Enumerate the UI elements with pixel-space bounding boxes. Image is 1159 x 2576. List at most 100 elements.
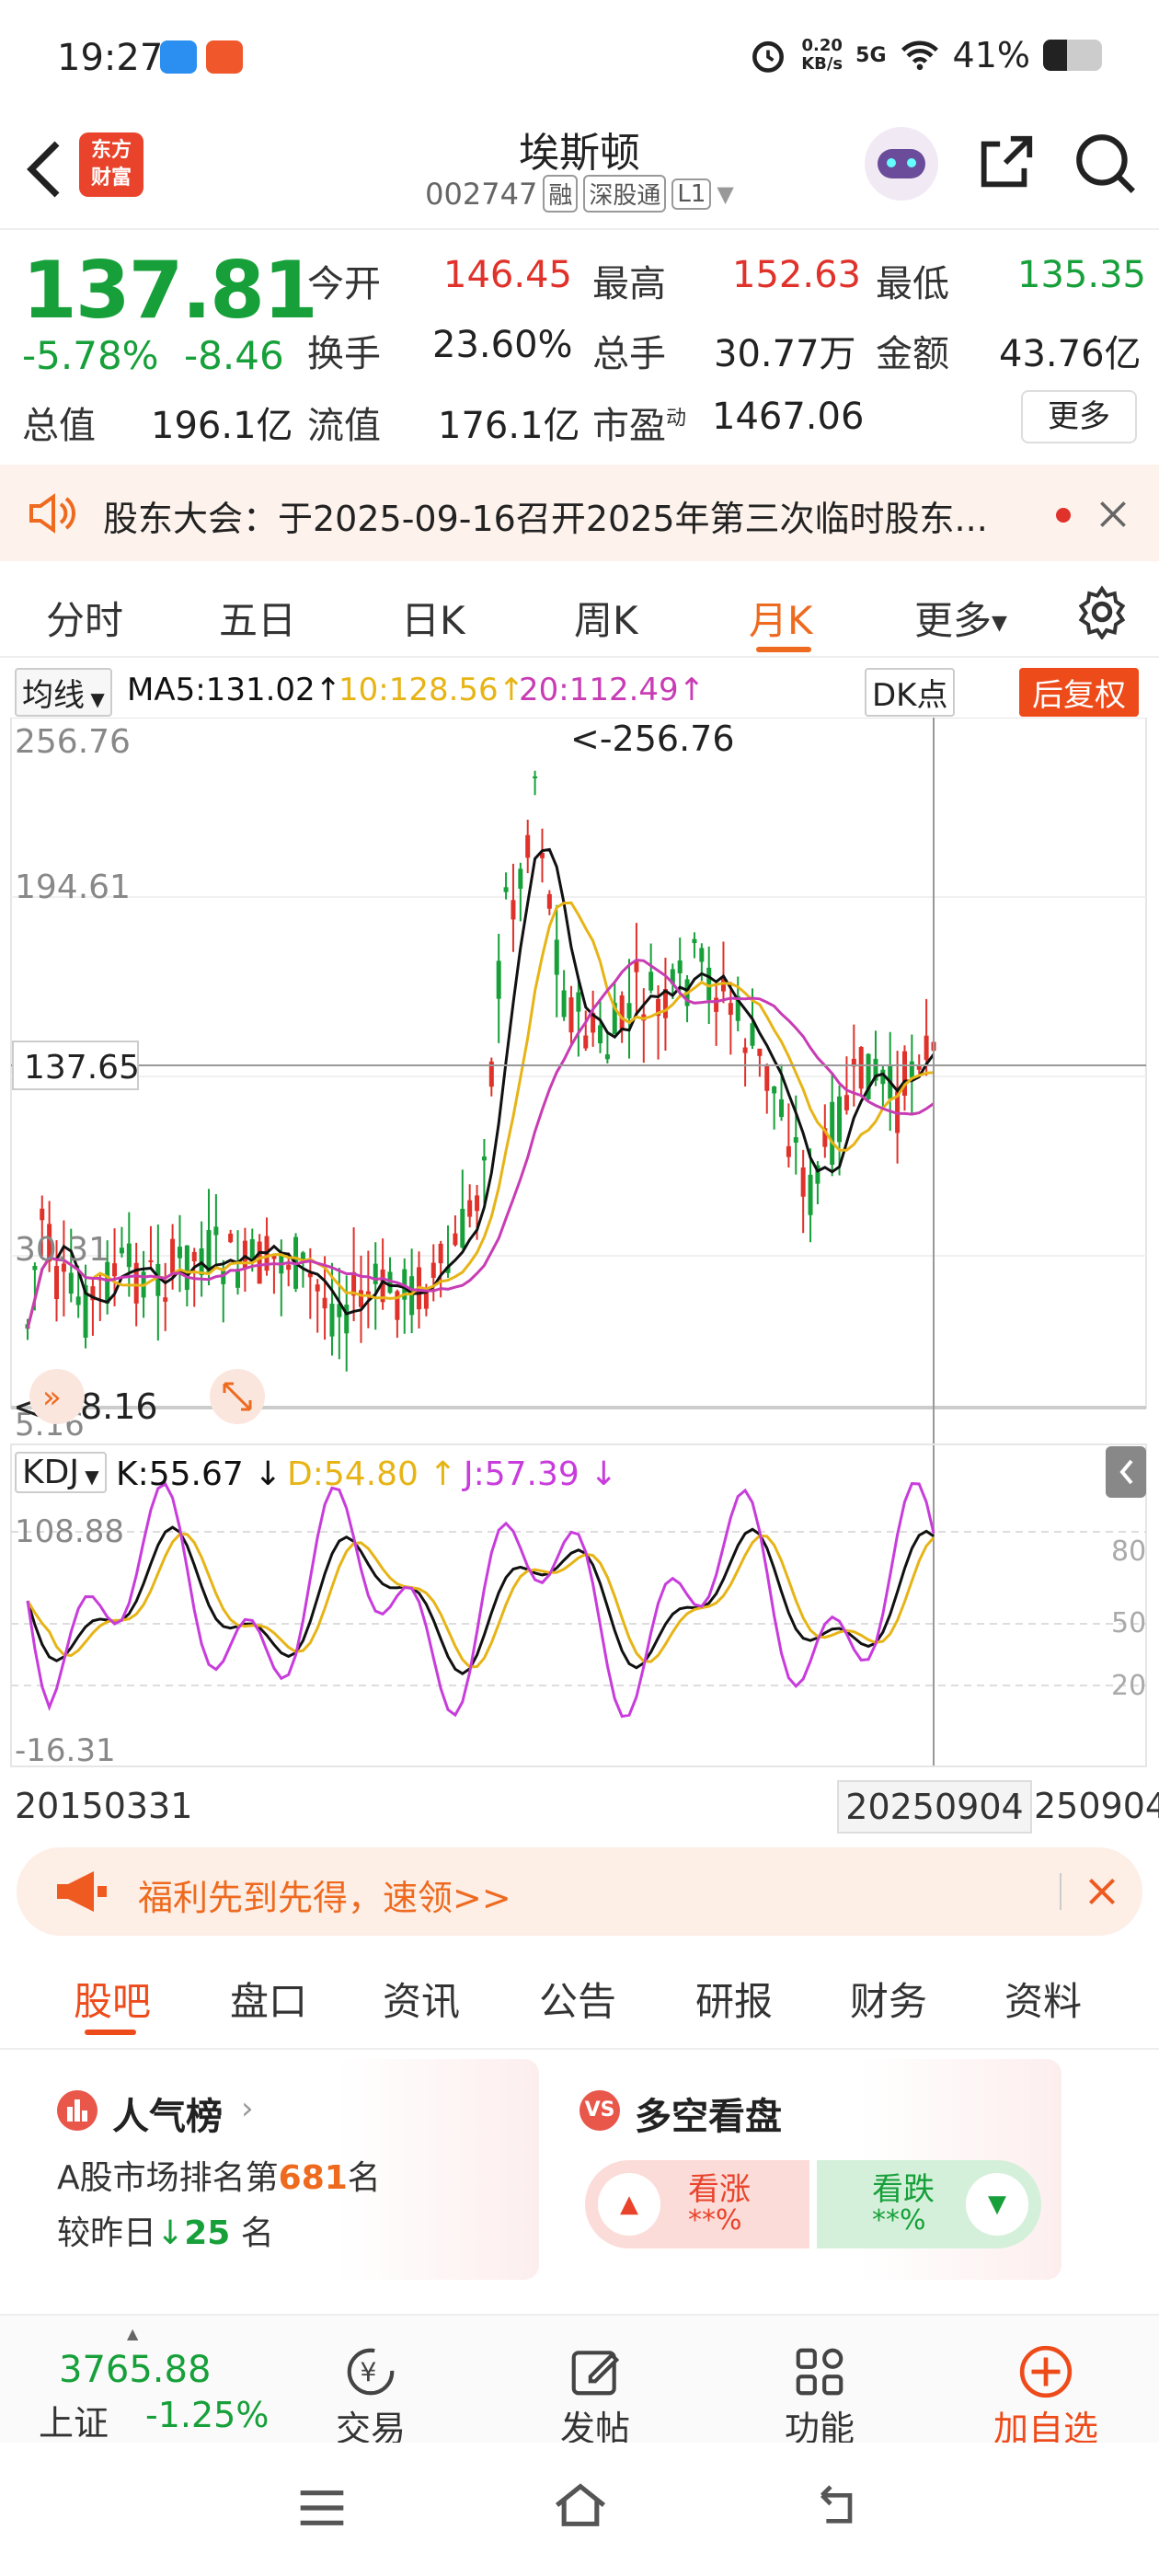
tab-announcements[interactable]: 公告 xyxy=(539,1971,616,2027)
unread-dot xyxy=(1056,508,1071,523)
app-notification-icon-2 xyxy=(206,40,243,74)
assistant-robot-icon[interactable] xyxy=(865,127,938,201)
candle-body xyxy=(793,1137,798,1144)
tab-intraday[interactable]: 分时 xyxy=(46,590,123,646)
trade-icon: ¥ xyxy=(347,2348,395,2396)
add-watchlist-button[interactable]: 加自选 xyxy=(977,2343,1115,2451)
index-ticker[interactable]: ▲ 3765.88 上证 -1.25% xyxy=(28,2325,269,2444)
high-label: 最高 xyxy=(592,263,666,305)
notice-bar[interactable]: 股东大会：于2025-09-16召开2025年第三次临时股东... xyxy=(0,465,1159,561)
back-icon[interactable] xyxy=(811,2481,863,2531)
y-tick-max: 256.76 xyxy=(15,723,131,761)
dk-point-selector[interactable]: DK点 xyxy=(865,668,956,717)
candle-body xyxy=(511,900,516,920)
close-icon[interactable] xyxy=(1096,498,1130,531)
candle-body xyxy=(170,1238,176,1273)
candle-body xyxy=(228,1233,234,1243)
candle-body xyxy=(634,961,639,972)
tab-orderbook[interactable]: 盘口 xyxy=(230,1971,307,2027)
open-label: 今开 xyxy=(307,263,381,305)
post-button[interactable]: 发帖 xyxy=(526,2343,664,2451)
y-tick-2: 194.61 xyxy=(15,868,131,906)
tab-daily-k[interactable]: 日K xyxy=(401,590,465,646)
candle-body xyxy=(800,1167,806,1197)
ranking-icon xyxy=(57,2090,98,2131)
menu-icon[interactable] xyxy=(296,2485,348,2531)
edit-icon xyxy=(571,2351,620,2396)
quote-panel: 137.81 -5.78% -8.46 今开 146.45 最高 152.63 … xyxy=(0,232,1159,453)
system-nav-bar xyxy=(0,2443,1159,2576)
rank-change: 较昨日↓25 名 xyxy=(57,2214,274,2252)
tab-profile[interactable]: 资料 xyxy=(1004,1971,1082,2027)
pe-value: 1467.06 xyxy=(712,396,865,438)
crosshair-price: 137.65 xyxy=(24,1049,140,1087)
bearish-button[interactable]: 看跌 **% ▼ xyxy=(817,2160,1041,2248)
adjust-type-button[interactable]: 后复权 xyxy=(1019,668,1139,717)
alarm-icon xyxy=(752,40,785,73)
net-speed: 0.20 KB/s xyxy=(801,36,843,74)
pe-label: 市盈动 xyxy=(592,405,687,447)
candle-body xyxy=(598,1025,603,1044)
candle-body xyxy=(830,1101,835,1165)
tab-five-day[interactable]: 五日 xyxy=(219,590,296,646)
status-bar: 19:27 0.20 KB/s 5G 41% xyxy=(0,0,1159,110)
bull-bear-card[interactable]: VS 多空看盘 ▲ 看涨 **% 看跌 **% ▼ xyxy=(559,2059,1061,2280)
kdj-right-tick-20: 20 xyxy=(1111,1670,1146,1702)
popularity-title: 人气榜 xyxy=(112,2096,223,2138)
candle-body xyxy=(155,1263,161,1296)
speaker-icon xyxy=(29,493,75,534)
search-icon[interactable] xyxy=(1071,129,1139,197)
x-axis-end: 250904 xyxy=(1034,1786,1159,1826)
share-icon[interactable] xyxy=(973,131,1038,195)
kline-chart[interactable]: 256.76 194.61 30.31 5.16 <-256.76 <---8.… xyxy=(0,718,1159,1785)
candle-body xyxy=(546,893,552,909)
level-tag: L1 xyxy=(671,178,712,210)
svg-text:¥: ¥ xyxy=(360,2357,376,2387)
open-value: 146.45 xyxy=(443,254,572,296)
tab-financials[interactable]: 财务 xyxy=(850,1971,927,2027)
tab-research[interactable]: 研报 xyxy=(695,1971,773,2027)
candle-body xyxy=(119,1248,124,1254)
ma20-value: 20:112.49↑ xyxy=(519,672,706,708)
candle-body xyxy=(475,1195,480,1212)
home-icon[interactable] xyxy=(552,2479,609,2531)
float-label: 流值 xyxy=(307,405,381,447)
promo-banner[interactable]: 福利先到先得，速领>> xyxy=(17,1847,1142,1936)
gear-icon[interactable] xyxy=(1074,584,1130,639)
candle-body xyxy=(568,997,574,1033)
active-tab-indicator xyxy=(85,2030,136,2035)
popularity-card[interactable]: 人气榜 › A股市场排名第681名 较昨日↓25 名 xyxy=(37,2059,539,2280)
candle-body xyxy=(191,1251,197,1262)
trade-button[interactable]: ¥ 交易 xyxy=(302,2343,440,2451)
ma10-value: 10:128.56↑ xyxy=(339,672,525,708)
tab-news[interactable]: 资讯 xyxy=(383,1971,460,2027)
bullish-button[interactable]: ▲ 看涨 **% xyxy=(585,2160,809,2248)
more-quote-button[interactable]: 更多 xyxy=(1021,390,1137,443)
kdj-tick-min: -16.31 xyxy=(15,1732,116,1769)
candle-body xyxy=(315,1284,320,1292)
divider xyxy=(1060,1873,1061,1910)
candle-body xyxy=(619,995,625,1029)
high-value: 152.63 xyxy=(732,254,861,296)
tab-more[interactable]: 更多▼ xyxy=(914,590,1007,646)
close-icon[interactable] xyxy=(1085,1875,1119,1908)
change-value: -8.46 xyxy=(184,333,284,378)
battery-percent: 41% xyxy=(952,35,1030,75)
candle-body xyxy=(373,1263,378,1284)
candle-body xyxy=(583,1035,589,1049)
candle-body xyxy=(699,948,705,962)
sub-indicator-selector[interactable]: KDJ ▼ xyxy=(15,1452,107,1493)
function-button[interactable]: 功能 xyxy=(751,2343,889,2451)
chevron-down-icon: ▼ xyxy=(717,180,734,207)
kdj-j-line xyxy=(26,1481,935,1719)
candle-body xyxy=(329,1304,335,1337)
period-tabs: 分时 五日 日K 周K 月K 更多▼ xyxy=(0,566,1159,658)
ma-legend: 均线 ▼ MA5:131.02↑ 10:128.56↑ 20:112.49↑ D… xyxy=(0,662,1159,718)
candle-body xyxy=(533,776,538,778)
tab-forum[interactable]: 股吧 xyxy=(74,1971,151,2027)
tab-weekly-k[interactable]: 周K xyxy=(574,590,638,646)
indicator-selector[interactable]: 均线 ▼ xyxy=(15,668,112,717)
amount-value: 43.76亿 xyxy=(999,333,1142,375)
candle-body xyxy=(460,1208,465,1248)
tab-monthly-k[interactable]: 月K xyxy=(749,590,813,646)
